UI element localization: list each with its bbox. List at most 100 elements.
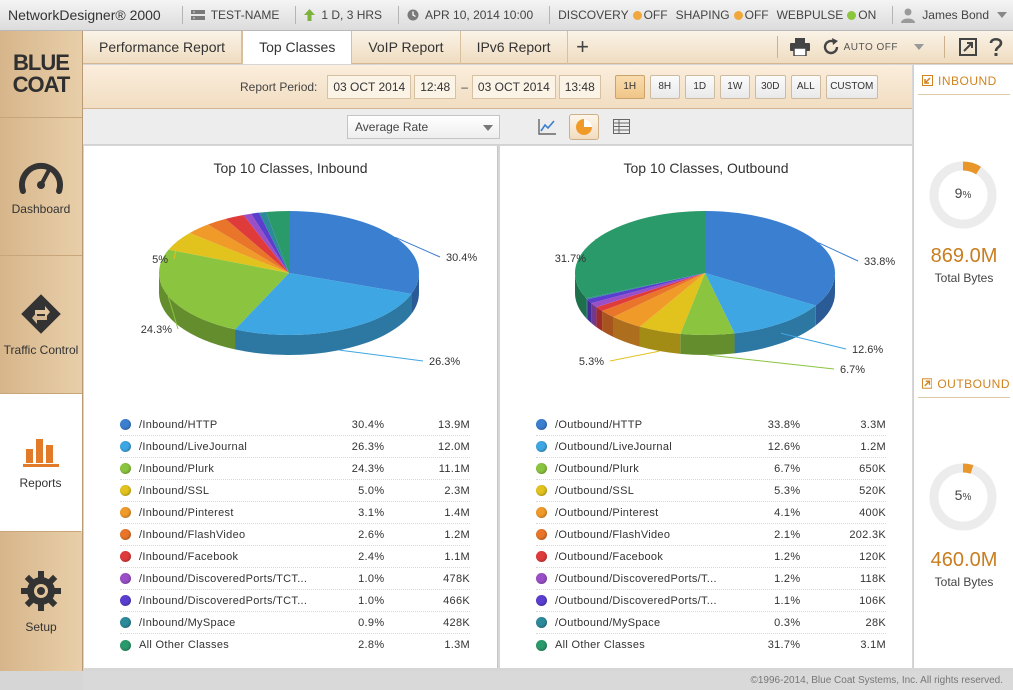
range-custom-button[interactable]: CUSTOM (825, 74, 878, 99)
line-chart-view-button[interactable] (532, 114, 562, 140)
inbound-legend-value: 1.4M (444, 506, 471, 519)
refresh-icon[interactable] (822, 38, 840, 56)
inbound-donut-fill (962, 161, 981, 175)
start-date-field[interactable]: 03 OCT 2014 (327, 74, 412, 99)
report-tabs: Performance Report Top Classes VoIP Repo… (83, 30, 1013, 64)
range-1d-button[interactable]: 1D (684, 74, 715, 99)
inbound-callout-line (339, 349, 424, 362)
outbound-legend-name: /Outbound/Facebook (555, 550, 664, 563)
range-1h-button[interactable]: 1H (614, 74, 645, 99)
end-date-field[interactable]: 03 OCT 2014 (471, 74, 556, 99)
inbound-legend-row[interactable]: All Other Classes 2.8% 1.3M (120, 634, 470, 656)
webpulse-label: WEBPULSE (776, 8, 844, 22)
inbound-legend-row[interactable]: /Inbound/Facebook 2.4% 1.1M (120, 546, 470, 568)
outbound-callout-line (780, 332, 847, 350)
table-view-button[interactable] (606, 114, 636, 140)
inbound-callout-label: 26.3% (429, 356, 460, 368)
auto-refresh-label[interactable]: AUTO OFF (844, 42, 898, 53)
webpulse-status[interactable]: WEBPULSE ON (777, 8, 877, 22)
inbound-legend-row[interactable]: /Inbound/DiscoveredPorts/TCT... 1.0% 478K (120, 568, 470, 590)
outbound-donut-fill (962, 463, 974, 474)
outbound-legend-name: /Outbound/HTTP (555, 418, 643, 431)
inbound-legend-row[interactable]: /Inbound/FlashVideo 2.6% 1.2M (120, 524, 470, 546)
outbound-legend-percent: 5.3% (774, 484, 801, 497)
outbound-legend-row[interactable]: /Outbound/LiveJournal 12.6% 1.2M (536, 436, 886, 458)
range-8h-button[interactable]: 8H (649, 74, 680, 99)
inbound-legend-swatch (120, 485, 131, 496)
metric-select[interactable]: Average Rate (347, 114, 500, 139)
inbound-heading-text: INBOUND (938, 73, 997, 88)
sidebar-item-traffic-control[interactable]: Traffic Control (0, 256, 82, 394)
start-time-field[interactable]: 12:48 (414, 74, 457, 99)
outbound-legend-row[interactable]: /Outbound/Pinterest 4.1% 400K (536, 502, 886, 524)
outbound-legend-row[interactable]: /Outbound/HTTP 33.8% 3.3M (536, 414, 886, 436)
inbound-legend-name: /Inbound/SSL (139, 484, 210, 497)
outbound-legend-row[interactable]: /Outbound/Plurk 6.7% 650K (536, 458, 886, 480)
inbound-legend-swatch (120, 507, 131, 518)
sidebar-item-setup[interactable]: Setup (0, 532, 82, 670)
outbound-legend-name: /Outbound/Pinterest (555, 506, 659, 519)
divider (295, 6, 297, 24)
line-chart-icon (538, 118, 556, 135)
inbound-legend-row[interactable]: /Inbound/DiscoveredPorts/TCT... 1.0% 466K (120, 590, 470, 612)
outbound-legend-percent: 1.2% (774, 550, 801, 563)
inbound-legend-row[interactable]: /Inbound/HTTP 30.4% 13.9M (120, 414, 470, 436)
user-menu[interactable]: James Bond (901, 8, 1013, 23)
outbound-slice-side (591, 303, 597, 328)
tab-top-classes[interactable]: Top Classes (242, 30, 353, 64)
clock-icon (407, 9, 419, 21)
range-1w-button[interactable]: 1W (719, 74, 750, 99)
range-all-button[interactable]: ALL (790, 74, 821, 99)
inbound-legend-row[interactable]: /Inbound/MySpace 0.9% 428K (120, 612, 470, 634)
inbound-legend-row[interactable]: /Inbound/Plurk 24.3% 11.1M (120, 458, 470, 480)
inbound-legend-percent: 5.0% (358, 484, 385, 497)
sidebar-item-reports[interactable]: Reports (0, 394, 82, 532)
outbound-legend-value: 118K (859, 572, 887, 585)
outbound-legend-row[interactable]: /Outbound/SSL 5.3% 520K (536, 480, 886, 502)
inbound-legend-name: /Inbound/MySpace (139, 616, 236, 629)
inbound-percent-unit: % (962, 190, 972, 201)
add-tab-button[interactable]: + (568, 31, 598, 64)
outbound-heading-text: OUTBOUND (937, 376, 1010, 391)
outbound-legend-row[interactable]: /Outbound/DiscoveredPorts/T... 1.1% 106K (536, 590, 886, 612)
inbound-legend-name: /Inbound/Plurk (139, 462, 215, 475)
inbound-legend-row[interactable]: /Inbound/LiveJournal 26.3% 12.0M (120, 436, 470, 458)
inbound-legend-name: All Other Classes (139, 639, 230, 651)
shaping-label: SHAPING (675, 8, 730, 22)
printer-icon[interactable] (789, 38, 810, 56)
outbound-legend-value: 28K (865, 616, 887, 629)
tab-ipv6-report[interactable]: IPv6 Report (461, 30, 568, 64)
inbound-callout-label: 5% (152, 254, 168, 266)
tab-voip-report[interactable]: VoIP Report (352, 30, 461, 64)
inbound-total: 869.0M (930, 245, 998, 267)
sidebar-item-dashboard[interactable]: Dashboard (0, 118, 82, 256)
help-icon[interactable] (989, 37, 1003, 57)
outbound-callout-line (609, 350, 660, 362)
chevron-down-icon[interactable] (914, 44, 924, 50)
inbound-legend-swatch (120, 463, 131, 474)
outbound-legend-swatch (536, 639, 547, 651)
range-30d-button[interactable]: 30D (754, 74, 786, 99)
outbound-legend-value: 520K (859, 484, 887, 497)
pie-chart-view-button[interactable] (569, 113, 599, 140)
gauge-icon (19, 162, 63, 194)
outbound-legend-row[interactable]: /Outbound/FlashVideo 2.1% 202.3K (536, 524, 886, 546)
inbound-legend-percent: 30.4% (351, 418, 385, 431)
outbound-legend: /Outbound/HTTP 33.8% 3.3M/Outbound/LiveJou… (536, 414, 886, 656)
tab-performance-report[interactable]: Performance Report (83, 30, 243, 64)
shaping-status[interactable]: SHAPING OFF (676, 8, 769, 22)
divider (944, 36, 945, 58)
outbound-legend-percent: 4.1% (774, 506, 801, 519)
inbound-legend-row[interactable]: /Inbound/SSL 5.0% 2.3M (120, 480, 470, 502)
end-time-field[interactable]: 13:48 (558, 74, 601, 99)
outbound-legend-row[interactable]: All Other Classes 31.7% 3.1M (536, 634, 886, 656)
outbound-legend-row[interactable]: /Outbound/DiscoveredPorts/T... 1.2% 118K (536, 568, 886, 590)
expand-icon[interactable] (959, 38, 977, 56)
outbound-slice-side (586, 298, 588, 320)
outbound-legend-row[interactable]: /Outbound/Facebook 1.2% 120K (536, 546, 886, 568)
inbound-legend-row[interactable]: /Inbound/Pinterest 3.1% 1.4M (120, 502, 470, 524)
inbound-legend-percent: 24.3% (351, 462, 385, 475)
outbound-legend-row[interactable]: /Outbound/MySpace 0.3% 28K (536, 612, 886, 634)
inbound-legend-name: /Inbound/Facebook (139, 550, 239, 563)
discovery-status[interactable]: DISCOVERY OFF (558, 8, 667, 22)
